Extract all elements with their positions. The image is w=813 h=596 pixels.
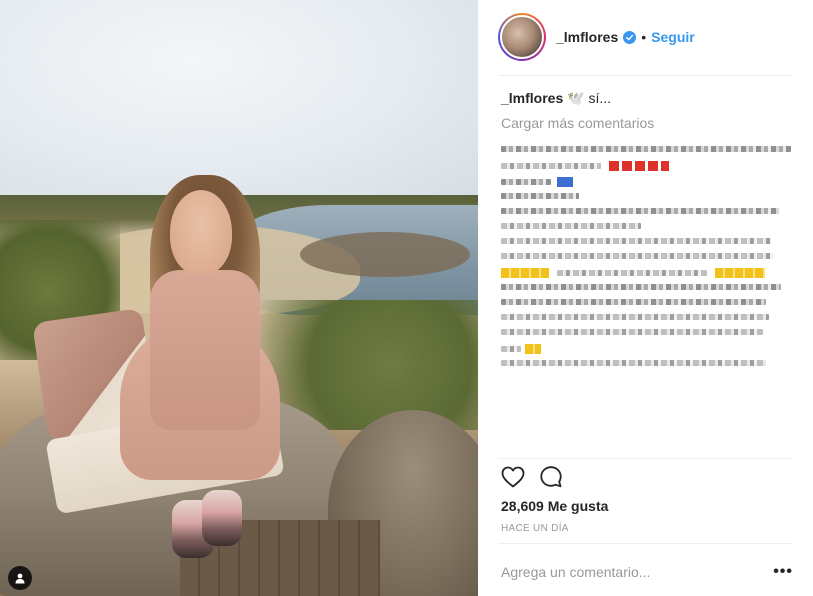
list-item bbox=[501, 177, 793, 187]
photo-person-face bbox=[170, 190, 232, 275]
comment-outline bbox=[540, 466, 562, 488]
footer-divider bbox=[498, 543, 793, 544]
list-item bbox=[501, 360, 766, 366]
avatar[interactable] bbox=[500, 15, 544, 59]
post-details-panel: _lmflores • Seguir _lmflores 🕊️ sí... Ca… bbox=[478, 0, 813, 596]
heart-icon[interactable] bbox=[498, 462, 528, 492]
list-item bbox=[501, 299, 766, 305]
list-item bbox=[501, 146, 791, 152]
list-item bbox=[501, 329, 763, 335]
caption-text: 🕊️ sí... bbox=[567, 90, 612, 106]
load-more-comments-button[interactable]: Cargar más comentarios bbox=[501, 115, 654, 131]
post-caption: _lmflores 🕊️ sí... bbox=[501, 90, 611, 107]
post-actions bbox=[498, 462, 793, 492]
user-tag-glyph bbox=[15, 573, 25, 584]
yellow-emoji-icon bbox=[715, 268, 765, 278]
list-item bbox=[501, 314, 769, 320]
list-item bbox=[501, 253, 773, 259]
list-item bbox=[501, 193, 579, 199]
list-item bbox=[501, 161, 793, 171]
post-timestamp[interactable]: HACE UN DÍA bbox=[501, 523, 569, 534]
list-item bbox=[501, 238, 771, 244]
verified-badge-icon bbox=[623, 30, 637, 44]
heart-emoji-icon bbox=[609, 161, 669, 171]
yellow-emoji-icon bbox=[501, 268, 549, 278]
list-item bbox=[501, 344, 793, 354]
photo-person-torso bbox=[150, 270, 260, 430]
heart-outline bbox=[501, 466, 525, 488]
photo-rock bbox=[300, 232, 470, 277]
post-header: _lmflores • Seguir bbox=[498, 12, 793, 62]
photo-shoe bbox=[202, 490, 242, 546]
comment-bubble-icon[interactable] bbox=[536, 462, 566, 492]
add-comment-form: ••• bbox=[501, 558, 793, 586]
likes-count[interactable]: 28,609 Me gusta bbox=[501, 498, 608, 514]
username[interactable]: _lmflores bbox=[556, 29, 618, 45]
list-item bbox=[501, 284, 781, 290]
comments-list-pixelated bbox=[501, 140, 793, 458]
separator-dot: • bbox=[641, 29, 647, 45]
ellipsis-icon[interactable]: ••• bbox=[773, 563, 793, 581]
comments-divider bbox=[498, 458, 793, 459]
list-item bbox=[501, 268, 793, 278]
list-item bbox=[501, 223, 641, 229]
avatar-story-ring[interactable] bbox=[498, 13, 546, 61]
yellow-emoji-icon bbox=[525, 344, 541, 354]
list-item bbox=[501, 208, 779, 214]
follow-button[interactable]: Seguir bbox=[651, 29, 695, 45]
caption-username[interactable]: _lmflores bbox=[501, 90, 563, 106]
photo-sky bbox=[0, 0, 478, 200]
comment-input[interactable] bbox=[501, 564, 741, 580]
header-divider bbox=[498, 75, 793, 76]
blue-emoji-icon bbox=[557, 177, 573, 187]
check-icon bbox=[626, 34, 634, 40]
user-tag-icon[interactable] bbox=[8, 566, 32, 590]
post-photo[interactable] bbox=[0, 0, 478, 596]
